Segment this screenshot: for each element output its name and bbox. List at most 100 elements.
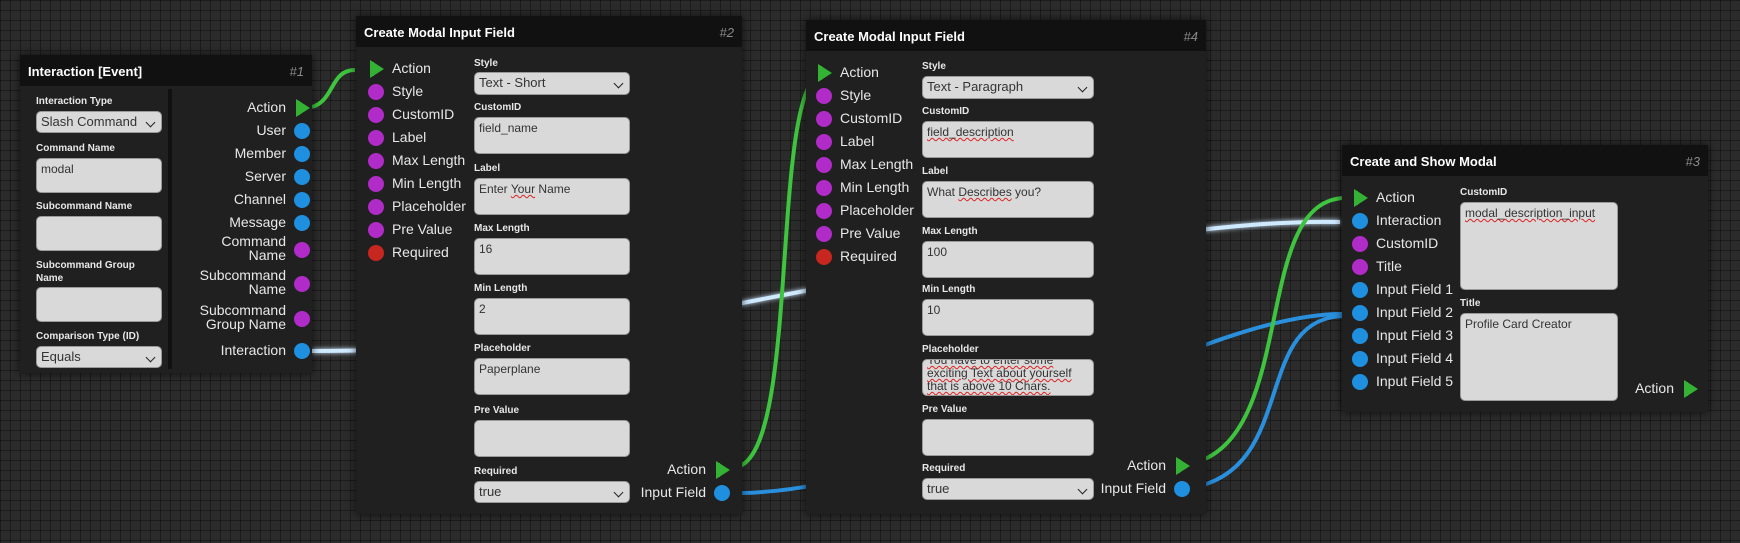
- input-port-max-length[interactable]: Max Length: [816, 157, 916, 173]
- port-dot-icon[interactable]: [368, 222, 384, 238]
- output-port-member[interactable]: Member: [180, 146, 310, 162]
- output-port-channel[interactable]: Channel: [180, 192, 310, 208]
- style-select[interactable]: Text - Short: [474, 72, 630, 95]
- port-dot-icon[interactable]: [294, 146, 310, 162]
- input-port-min-length[interactable]: Min Length: [368, 176, 468, 192]
- port-dot-icon[interactable]: [1352, 236, 1368, 252]
- input-port-input-field-3[interactable]: Input Field 3: [1352, 328, 1462, 344]
- output-port-action[interactable]: Action: [180, 99, 310, 117]
- required-select[interactable]: true: [922, 478, 1094, 500]
- title-field[interactable]: Profile Card Creator: [1460, 313, 1618, 401]
- output-port-user[interactable]: User: [180, 123, 310, 139]
- port-dot-icon[interactable]: [294, 311, 310, 327]
- label-field[interactable]: Enter Your Name: [474, 178, 630, 215]
- customid-field[interactable]: field_description: [922, 121, 1094, 158]
- input-port-placeholder[interactable]: Placeholder: [368, 199, 468, 215]
- port-dot-icon[interactable]: [1352, 259, 1368, 275]
- port-dot-icon[interactable]: [816, 134, 832, 150]
- input-port-interaction[interactable]: Interaction: [1352, 213, 1462, 229]
- action-arrow-icon[interactable]: [1176, 457, 1190, 475]
- command-name-field[interactable]: modal: [36, 158, 162, 193]
- placeholder-field[interactable]: You have to enter some exciting Text abo…: [922, 359, 1094, 396]
- input-port-action[interactable]: Action: [368, 60, 468, 78]
- input-port-customid[interactable]: CustomID: [368, 107, 468, 123]
- output-port-subcommand-name[interactable]: Subcommand Name: [180, 268, 310, 304]
- port-dot-icon[interactable]: [714, 485, 730, 501]
- action-arrow-icon[interactable]: [370, 60, 384, 78]
- input-port-input-field-4[interactable]: Input Field 4: [1352, 351, 1462, 367]
- node-header[interactable]: Create and Show Modal #3: [1342, 145, 1708, 176]
- node-header[interactable]: Create Modal Input Field #4: [806, 20, 1206, 51]
- input-port-style[interactable]: Style: [368, 84, 468, 100]
- node-interaction-event[interactable]: Interaction [Event] #1 Interaction Type …: [20, 55, 312, 373]
- port-dot-icon[interactable]: [368, 176, 384, 192]
- node-header[interactable]: Create Modal Input Field #2: [356, 16, 742, 47]
- port-dot-icon[interactable]: [368, 107, 384, 123]
- port-dot-icon[interactable]: [294, 215, 310, 231]
- style-select[interactable]: Text - Paragraph: [922, 76, 1094, 99]
- input-port-customid[interactable]: CustomID: [816, 111, 916, 127]
- port-dot-icon[interactable]: [816, 157, 832, 173]
- min-length-field[interactable]: 10: [922, 299, 1094, 336]
- action-arrow-icon[interactable]: [296, 99, 310, 117]
- port-dot-icon[interactable]: [816, 203, 832, 219]
- action-arrow-icon[interactable]: [1684, 380, 1698, 398]
- node-create-modal-input-field-4[interactable]: Create Modal Input Field #4 Action Style…: [806, 20, 1206, 514]
- input-port-label[interactable]: Label: [368, 130, 468, 146]
- node-create-and-show-modal[interactable]: Create and Show Modal #3 Action Interact…: [1342, 145, 1708, 412]
- node-create-modal-input-field-2[interactable]: Create Modal Input Field #2 Action Style…: [356, 16, 742, 514]
- input-port-label[interactable]: Label: [816, 134, 916, 150]
- output-port-action[interactable]: Action: [1608, 380, 1698, 398]
- port-dot-icon[interactable]: [816, 88, 832, 104]
- port-dot-icon[interactable]: [1352, 351, 1368, 367]
- port-dot-icon[interactable]: [368, 245, 384, 261]
- output-port-input-field[interactable]: Input Field: [1070, 481, 1190, 497]
- port-dot-icon[interactable]: [1352, 305, 1368, 321]
- port-dot-icon[interactable]: [294, 169, 310, 185]
- action-arrow-icon[interactable]: [716, 461, 730, 479]
- comparison-type-select[interactable]: Equals: [36, 346, 162, 368]
- port-dot-icon[interactable]: [1352, 374, 1368, 390]
- port-dot-icon[interactable]: [294, 192, 310, 208]
- port-dot-icon[interactable]: [816, 180, 832, 196]
- subcommand-name-field[interactable]: [36, 216, 162, 251]
- interaction-type-select[interactable]: Slash Command: [36, 111, 162, 133]
- input-port-placeholder[interactable]: Placeholder: [816, 203, 916, 219]
- input-port-input-field-1[interactable]: Input Field 1: [1352, 282, 1462, 298]
- input-port-action[interactable]: Action: [1352, 189, 1462, 207]
- required-select[interactable]: true: [474, 481, 630, 503]
- port-dot-icon[interactable]: [294, 343, 310, 359]
- action-arrow-icon[interactable]: [818, 64, 832, 82]
- port-dot-icon[interactable]: [1352, 213, 1368, 229]
- input-port-required[interactable]: Required: [368, 245, 468, 261]
- label-field[interactable]: What Describes you?: [922, 181, 1094, 218]
- port-dot-icon[interactable]: [1352, 282, 1368, 298]
- port-dot-icon[interactable]: [294, 276, 310, 292]
- input-port-max-length[interactable]: Max Length: [368, 153, 468, 169]
- input-port-action[interactable]: Action: [816, 64, 916, 82]
- port-dot-icon[interactable]: [816, 226, 832, 242]
- output-port-server[interactable]: Server: [180, 169, 310, 185]
- port-dot-icon[interactable]: [368, 130, 384, 146]
- max-length-field[interactable]: 16: [474, 238, 630, 275]
- port-dot-icon[interactable]: [368, 153, 384, 169]
- output-port-input-field[interactable]: Input Field: [610, 485, 730, 501]
- output-port-action[interactable]: Action: [630, 461, 730, 479]
- action-arrow-icon[interactable]: [1354, 189, 1368, 207]
- input-port-pre-value[interactable]: Pre Value: [816, 226, 916, 242]
- pre-value-field[interactable]: [922, 419, 1094, 456]
- input-port-title[interactable]: Title: [1352, 259, 1462, 275]
- customid-field[interactable]: field_name: [474, 117, 630, 154]
- input-port-required[interactable]: Required: [816, 249, 916, 265]
- node-header[interactable]: Interaction [Event] #1: [20, 55, 312, 86]
- placeholder-field[interactable]: Paperplane: [474, 358, 630, 395]
- pre-value-field[interactable]: [474, 420, 630, 457]
- customid-field[interactable]: modal_description_input: [1460, 202, 1618, 290]
- input-port-pre-value[interactable]: Pre Value: [368, 222, 468, 238]
- port-dot-icon[interactable]: [1352, 328, 1368, 344]
- input-port-min-length[interactable]: Min Length: [816, 180, 916, 196]
- input-port-customid[interactable]: CustomID: [1352, 236, 1462, 252]
- subcommand-group-field[interactable]: [36, 287, 162, 322]
- port-dot-icon[interactable]: [294, 242, 310, 258]
- input-port-style[interactable]: Style: [816, 88, 916, 104]
